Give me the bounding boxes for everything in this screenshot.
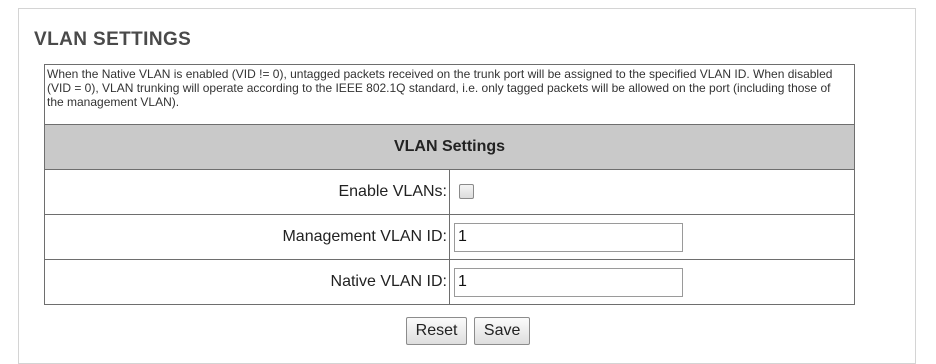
native-vlan-input[interactable] [454, 267, 683, 297]
button-bar: Reset Save [0, 317, 936, 345]
section-title: VLAN SETTINGS [34, 29, 192, 50]
reset-button[interactable]: Reset [405, 317, 468, 345]
enable-vlans-label: Enable VLANs: [44, 169, 450, 215]
native-vlan-row: Native VLAN ID: [44, 259, 855, 305]
description-text: When the Native VLAN is enabled (VID != … [44, 64, 855, 125]
management-vlan-label: Management VLAN ID: [44, 214, 450, 260]
table-header-row: VLAN Settings [44, 124, 855, 170]
save-button[interactable]: Save [473, 317, 531, 345]
enable-vlans-cell [449, 169, 855, 215]
native-vlan-cell [449, 259, 855, 305]
enable-vlans-row: Enable VLANs: [44, 169, 855, 215]
management-vlan-cell [449, 214, 855, 260]
management-vlan-input[interactable] [454, 222, 683, 252]
vlan-settings-table: When the Native VLAN is enabled (VID != … [44, 64, 855, 305]
management-vlan-row: Management VLAN ID: [44, 214, 855, 260]
description-row: When the Native VLAN is enabled (VID != … [44, 64, 855, 125]
native-vlan-label: Native VLAN ID: [44, 259, 450, 305]
enable-vlans-checkbox[interactable] [459, 184, 474, 200]
table-header: VLAN Settings [44, 124, 855, 170]
